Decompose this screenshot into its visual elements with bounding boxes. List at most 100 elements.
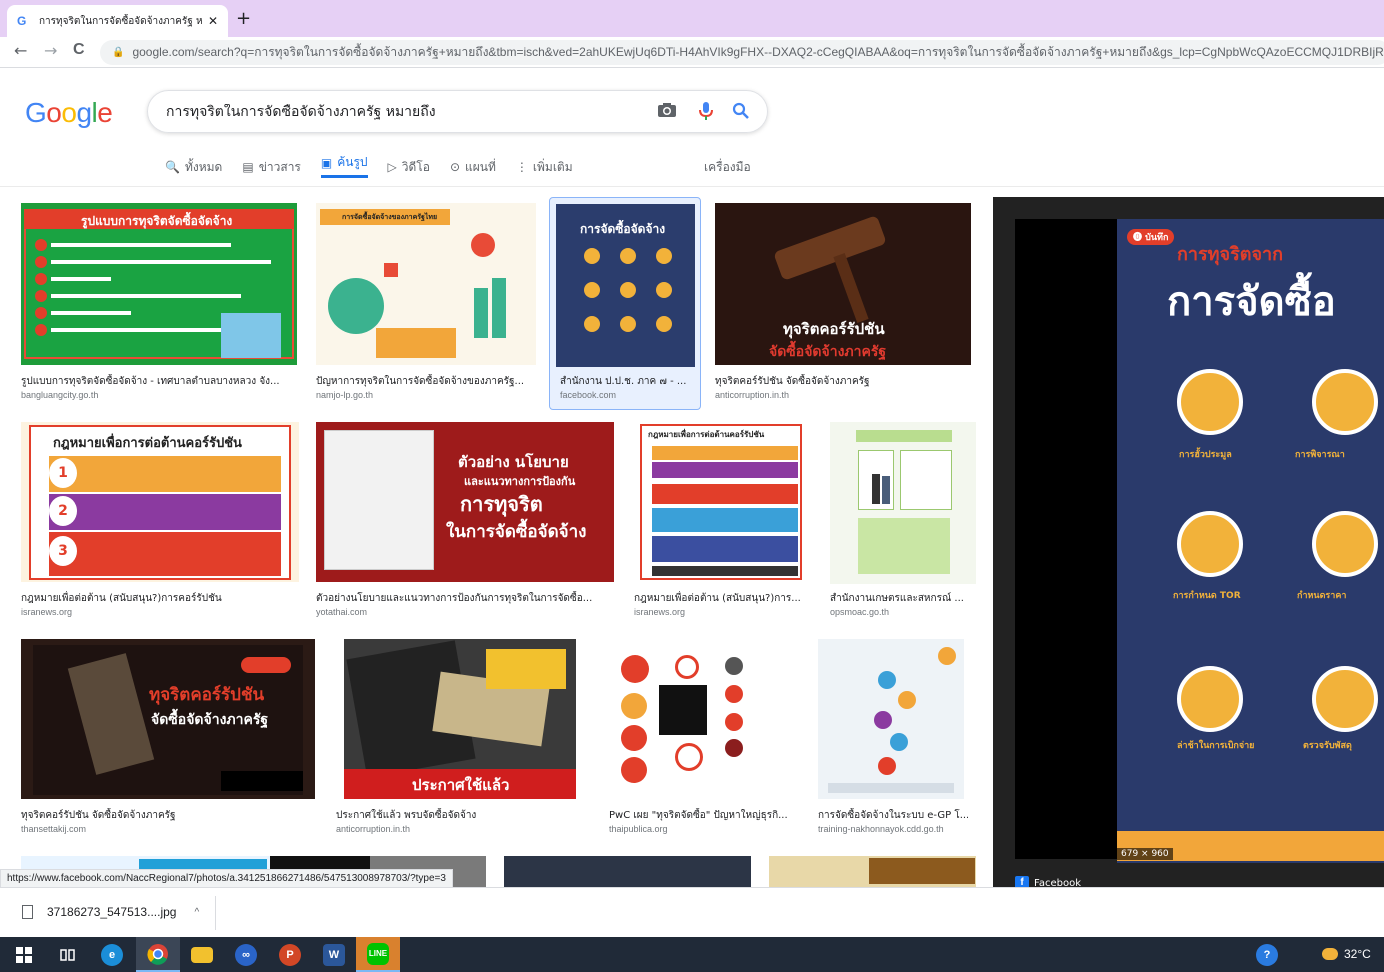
tab-videos[interactable]: ▷ วิดีโอ (388, 156, 430, 178)
google-logo[interactable]: Google (25, 97, 113, 129)
result-source[interactable]: training-nakhonnayok.cdd.go.th (818, 824, 944, 834)
edge-icon[interactable]: e (90, 937, 134, 972)
result-caption[interactable]: PwC เผย "ทุจริตจัดซื้อ" ปัญหาใหญ่ธุรกิ..… (609, 808, 795, 823)
word-icon[interactable]: W (312, 937, 356, 972)
status-url: https://www.facebook.com/NaccRegional7/p… (0, 869, 453, 888)
powerpoint-icon[interactable]: P (268, 937, 312, 972)
search-icon[interactable] (732, 102, 750, 124)
result-thumbnail[interactable]: รูปแบบการทุจริตจัดซื้อจัดจ้าง (21, 203, 297, 365)
result-thumbnail[interactable]: ประกาศใช้แล้ว (336, 639, 590, 799)
chevron-up-icon[interactable]: ^ (194, 907, 199, 918)
result-caption[interactable]: ประกาศใช้แล้ว พรบจัดซื้อจัดจ้าง (336, 808, 586, 823)
result-caption[interactable]: ทุจริตคอร์รัปชัน จัดซื้อจัดจ้างภาครัฐ (21, 808, 311, 823)
logo-letter: o (46, 97, 62, 128)
save-label: บันทึก (1145, 233, 1169, 243)
preview-image[interactable]: ⓿ บันทึก การทุจริตจาก การจัดซื้อ การฮั้ว… (1117, 219, 1384, 863)
save-badge[interactable]: ⓿ บันทึก (1127, 229, 1175, 245)
forward-icon[interactable]: → (44, 41, 57, 60)
microphone-icon[interactable] (699, 102, 713, 124)
back-icon[interactable]: ← (14, 41, 27, 60)
weather-icon (1322, 948, 1338, 960)
tab-news[interactable]: ▤ ข่าวสาร (242, 156, 301, 178)
image-result[interactable]: กฎหมายเพื่อการต่อต้านคอร์รัปชัน กฎหมายเพ… (634, 422, 810, 622)
result-caption[interactable]: สำนักงาน ป.ป.ช. ภาค ๗ - ... (560, 374, 690, 389)
image-result[interactable]: รูปแบบการทุจริตจัดซื้อจัดจ้าง รูปแบบการท… (21, 203, 299, 403)
preview-item-label: การกำหนด TOR (1173, 591, 1241, 601)
tab-all[interactable]: 🔍 ทั้งหมด (165, 156, 222, 178)
thumb-subtitle: จัดซื้อจัดจ้างภาครัฐ (769, 344, 887, 360)
image-result-partial[interactable] (769, 856, 976, 887)
result-thumbnail[interactable]: การจัดซื้อจัดจ้างของภาครัฐไทย (316, 203, 536, 365)
line-icon[interactable]: LINE (356, 937, 400, 972)
address-bar: ← → C 🔒 google.com/search?q=การทุจริตในก… (0, 37, 1384, 68)
image-result[interactable]: PwC เผย "ทุจริตจัดซื้อ" ปัญหาใหญ่ธุรกิ..… (609, 639, 799, 839)
result-caption[interactable]: ทุจริตคอร์รัปชัน จัดซื้อจัดจ้างภาครัฐ (715, 374, 971, 389)
file-explorer-icon[interactable] (180, 937, 224, 972)
result-thumbnail[interactable]: ทุจริตคอร์รัปชัน จัดซื้อจัดจ้างภาครัฐ (715, 203, 971, 365)
image-result[interactable]: การจัดซื้อจัดจ้างของภาครัฐไทย ปัญหาการทุ… (316, 203, 538, 403)
result-source[interactable]: namjo-lp.go.th (316, 390, 373, 400)
image-result[interactable]: การจัดซื้อจัดจ้างในระบบ e-GP โ... traini… (818, 639, 968, 839)
result-thumbnail[interactable]: ตัวอย่าง นโยบาย และแนวทางการป้องกัน การท… (316, 422, 614, 582)
tools-button[interactable]: เครื่องมือ (704, 158, 751, 177)
download-item[interactable]: 37186273_547513....jpg ^ (22, 905, 199, 919)
tab-bar: G การทุจริตในการจัดซื้อจัดจ้างภาครัฐ หม … (0, 0, 1384, 37)
search-input[interactable] (166, 103, 636, 120)
thumb-title: ทุจริตคอร์รัปชัน (783, 320, 885, 338)
result-thumbnail[interactable]: กฎหมายเพื่อการต่อต้านคอร์รัปชัน (634, 422, 804, 584)
result-caption[interactable]: รูปแบบการทุจริตจัดซื้อจัดจ้าง - เทศบาลตำ… (21, 374, 295, 389)
result-source[interactable]: opsmoac.go.th (830, 607, 889, 617)
camera-icon[interactable] (657, 102, 677, 122)
image-result[interactable]: ทุจริตคอร์รัปชัน จัดซื้อจัดจ้างภาครัฐ ทุ… (715, 203, 971, 403)
preview-item-label: ตรวจรับพัสดุ (1303, 741, 1352, 751)
thumb-title: กฎหมายเพื่อการต่อต้านคอร์รัปชัน (53, 436, 242, 451)
browser-tab[interactable]: G การทุจริตในการจัดซื้อจัดจ้างภาครัฐ หม … (7, 5, 228, 37)
result-caption[interactable]: ตัวอย่างนโยบายและแนวทางการป้องกันการทุจร… (316, 591, 606, 606)
image-result[interactable]: กฎหมายเพื่อการต่อต้านคอร์รัปชัน 1 2 3 กฎ… (21, 422, 299, 622)
preview-item-label: กำหนดราคา (1297, 591, 1347, 601)
result-caption[interactable]: กฎหมายเพื่อต่อต้าน (สนับสนุน?)การคอร์รัป… (21, 591, 299, 606)
image-result-partial[interactable] (504, 856, 751, 887)
result-thumbnail[interactable] (609, 639, 799, 799)
image-result[interactable]: ทุจริตคอร์รัปชัน จัดซื้อจัดจ้างภาครัฐ ทุ… (21, 639, 315, 839)
result-thumbnail[interactable] (818, 639, 964, 799)
help-icon[interactable]: ? (1245, 937, 1289, 972)
thumb-title: ตัวอย่าง นโยบาย (458, 453, 569, 471)
app-icon[interactable]: ∞ (224, 937, 268, 972)
preview-item-icon (1312, 369, 1378, 435)
result-thumbnail[interactable]: กฎหมายเพื่อการต่อต้านคอร์รัปชัน 1 2 3 (21, 422, 299, 582)
result-source[interactable]: facebook.com (560, 390, 616, 400)
result-source[interactable]: isranews.org (21, 607, 72, 617)
result-source[interactable]: thansettakij.com (21, 824, 86, 834)
tab-maps[interactable]: ⊙ แผนที่ (450, 156, 496, 178)
new-tab-button[interactable]: + (236, 8, 251, 29)
result-source[interactable]: anticorruption.in.th (336, 824, 410, 834)
tab-close-icon[interactable]: ✕ (208, 14, 218, 28)
task-view-icon[interactable] (46, 937, 90, 972)
image-result[interactable]: ตัวอย่าง นโยบาย และแนวทางการป้องกัน การท… (316, 422, 614, 622)
omnibox[interactable]: 🔒 google.com/search?q=การทุจริตในการจัดซ… (100, 40, 1384, 65)
result-caption[interactable]: กฎหมายเพื่อต่อต้าน (สนับสนุน?)การ... (634, 591, 808, 606)
result-thumbnail[interactable]: ทุจริตคอร์รัปชัน จัดซื้อจัดจ้างภาครัฐ (21, 639, 315, 799)
result-caption[interactable]: การจัดซื้อจัดจ้างในระบบ e-GP โ... (818, 808, 968, 823)
image-result-partial[interactable] (21, 856, 286, 869)
result-thumbnail[interactable]: การจัดซื้อจัดจ้าง (556, 204, 695, 367)
reload-icon[interactable]: C (73, 41, 85, 59)
windows-start-icon[interactable] (2, 937, 46, 972)
result-source[interactable]: isranews.org (634, 607, 685, 617)
image-result[interactable]: สำนักงานเกษตรและสหกรณ์ ... opsmoac.go.th (830, 422, 976, 622)
result-caption[interactable]: ปัญหาการทุจริตในการจัดซื้อจัดจ้างของภาคร… (316, 374, 536, 389)
tab-more[interactable]: ⋮ เพิ่มเติม (516, 156, 573, 178)
image-result[interactable]: ประกาศใช้แล้ว ประกาศใช้แล้ว พรบจัดซื้อจั… (336, 639, 590, 839)
result-thumbnail[interactable] (830, 422, 976, 584)
image-result-selected[interactable]: การจัดซื้อจัดจ้าง สำนักงาน ป.ป.ช. ภาค ๗ … (549, 197, 701, 410)
result-source[interactable]: thaipublica.org (609, 824, 668, 834)
result-source[interactable]: anticorruption.in.th (715, 390, 789, 400)
weather-widget[interactable]: 32°C (1322, 947, 1371, 961)
result-source[interactable]: yotathai.com (316, 607, 367, 617)
result-caption[interactable]: สำนักงานเกษตรและสหกรณ์ ... (830, 591, 976, 606)
image-icon: ▣ (320, 155, 333, 170)
tab-images[interactable]: ▣ ค้นรูป (320, 155, 368, 178)
result-source[interactable]: bangluangcity.go.th (21, 390, 98, 400)
chrome-icon[interactable] (136, 937, 180, 972)
